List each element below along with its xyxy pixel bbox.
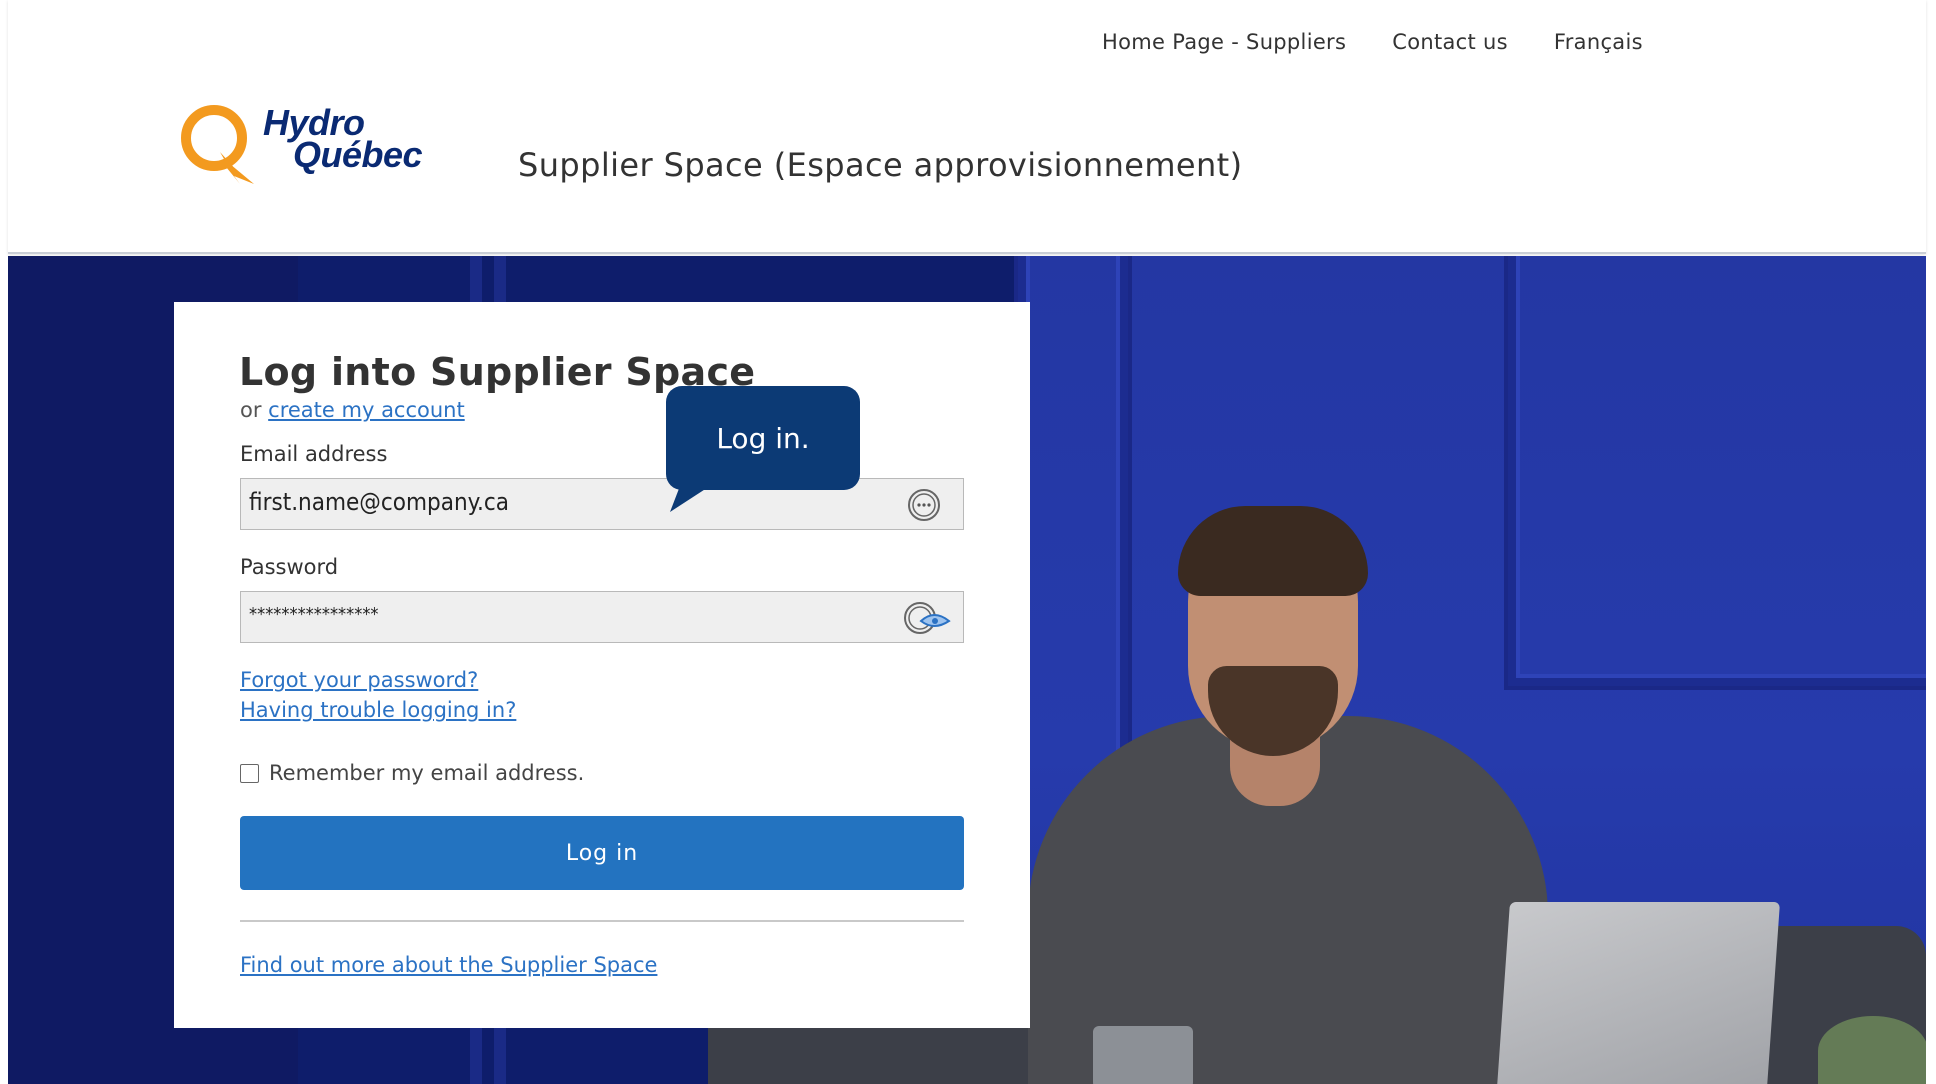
nav-contact-us[interactable]: Contact us [1392,30,1508,54]
create-account-line: or create my account [240,398,465,422]
or-text: or [240,398,262,422]
create-account-link[interactable]: create my account [268,398,465,422]
laptop [1496,902,1780,1084]
plant [1818,1016,1926,1084]
nav-language-toggle[interactable]: Français [1554,30,1643,54]
remember-email-checkbox[interactable] [240,763,259,783]
password-field[interactable]: **************** [240,591,964,643]
email-value: first.name@company.ca [249,488,509,516]
person-hair [1178,506,1368,596]
wall-molding [1508,256,1926,686]
more-options-icon[interactable] [907,488,941,522]
site-header: Home Page - Suppliers Contact us Françai… [8,0,1926,254]
hydro-quebec-logo[interactable]: Hydro Québec [178,100,448,190]
site-title: Supplier Space (Espace approvisionnement… [518,146,1243,184]
callout-pointer [670,486,710,512]
remember-email-label[interactable]: Remember my email address. [269,761,584,785]
coffee-mug [1093,1026,1193,1084]
password-label: Password [240,555,339,579]
login-button[interactable]: Log in [240,816,964,890]
divider [240,920,964,922]
password-value: **************** [249,604,379,625]
logo-line-2: Québec [293,134,423,175]
email-field[interactable]: first.name@company.ca [240,478,964,530]
trouble-logging-in-link[interactable]: Having trouble logging in? [240,698,516,722]
email-label: Email address [240,442,388,466]
top-navigation: Home Page - Suppliers Contact us Françai… [1102,30,1643,54]
nav-home-suppliers[interactable]: Home Page - Suppliers [1102,30,1346,54]
find-out-more-link[interactable]: Find out more about the Supplier Space [240,953,657,977]
login-callout-tooltip: Log in. [666,386,860,490]
show-password-icon[interactable] [903,601,955,635]
remember-email-row: Remember my email address. [240,761,584,785]
forgot-password-link[interactable]: Forgot your password? [240,668,478,692]
login-card: Log into Supplier Space or create my acc… [174,302,1030,1028]
